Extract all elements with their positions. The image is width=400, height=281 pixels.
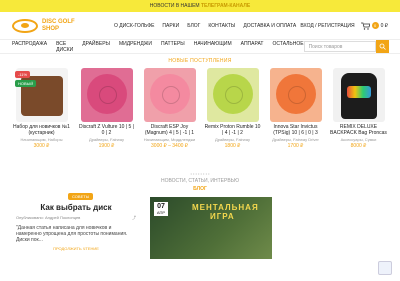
main-nav: О ДИСК-ГОЛЬФЕ ПАРКИ БЛОГ КОНТАКТЫ ДОСТАВ… xyxy=(114,23,296,29)
post-category-badge[interactable]: СОВЕТЫ xyxy=(68,193,94,200)
product-price: 1900 ₽ xyxy=(98,143,115,149)
search-icon xyxy=(379,43,386,50)
product-title[interactable]: REMIX DELUXE BACKPACK Bag Proncas xyxy=(330,124,387,136)
product-category: Начинающим, Наборы xyxy=(20,137,63,142)
product-card[interactable]: Discraft ESP Joy (Magnum) 4 | 5 | -1 | 1… xyxy=(141,68,198,149)
login-link[interactable]: ВХОД / РЕГИСТРАЦИЯ xyxy=(300,23,354,29)
product-price: 1700 ₽ xyxy=(287,143,304,149)
read-more-link[interactable]: ПРОДОЛЖИТЬ ЧТЕНИЕ xyxy=(16,246,136,251)
search-button[interactable] xyxy=(375,40,389,53)
nav-parks[interactable]: ПАРКИ xyxy=(162,23,179,29)
product-card[interactable]: -11% НОВЫЙ Набор для новичков №1 (кустар… xyxy=(13,68,70,149)
site-header: DISC GOLF SHOP О ДИСК-ГОЛЬФЕ ПАРКИ БЛОГ … xyxy=(0,12,400,39)
product-price: 3000 ₽ – 3400 ₽ xyxy=(151,143,188,149)
cat-beginners[interactable]: НАЧИНАЮЩИМ xyxy=(194,41,232,53)
cat-other[interactable]: ОСТАЛЬНОЕ xyxy=(272,41,303,53)
product-image[interactable] xyxy=(143,68,196,122)
logo-line1: DISC GOLF xyxy=(42,18,75,25)
nav-delivery[interactable]: ДОСТАВКА И ОПЛАТА xyxy=(243,23,296,29)
product-card[interactable]: Innova Star Invictus (TPSig) 10 | 6 | 0 … xyxy=(267,68,324,149)
product-title[interactable]: Innova Star Invictus (TPSig) 10 | 6 | 0 … xyxy=(267,124,324,136)
post-excerpt: "Данная статья написана для новичков и н… xyxy=(16,225,128,243)
category-bar: РАСПРОДАЖА ВСЕ ДИСКИ ДРАЙВЕРЫ МИДРЕНДЖИ … xyxy=(0,39,400,54)
nav-blog[interactable]: БЛОГ xyxy=(187,23,200,29)
cart-total: 0 ₽ xyxy=(380,22,388,29)
cat-drivers[interactable]: ДРАЙВЕРЫ xyxy=(82,41,110,53)
product-category: Драйверы, Fairway xyxy=(88,137,125,142)
product-title[interactable]: Discraft ESP Joy (Magnum) 4 | 5 | -1 | 1 xyxy=(141,124,198,136)
disc-image xyxy=(86,74,127,114)
disc-image xyxy=(149,74,190,114)
product-title[interactable]: Discraft Z Vulture 10 | 5 | 0 | 2 xyxy=(78,124,135,136)
cat-putters[interactable]: ПАТТЕРЫ xyxy=(161,41,185,53)
product-image[interactable] xyxy=(269,68,322,122)
search-input[interactable]: Поиск товаров xyxy=(303,41,376,52)
announcement-text: НОВОСТИ В НАШЕМ xyxy=(149,3,200,9)
product-category: Драйверы, Fairway xyxy=(214,137,251,142)
cart-button[interactable]: 0 0 ₽ xyxy=(360,22,388,30)
cat-midrange[interactable]: МИДРЕНДЖИ xyxy=(119,41,152,53)
post-date: 07 АПР xyxy=(154,202,168,216)
cart-count-badge: 0 xyxy=(371,22,379,29)
nav-contacts[interactable]: КОНТАКТЫ xyxy=(208,23,235,29)
backpack-discs xyxy=(346,86,371,98)
new-badge: НОВЫЙ xyxy=(15,80,37,87)
product-image[interactable] xyxy=(80,68,133,122)
blog-subheading: НОВОСТИ, СТАТЬИ, ИНТЕРВЬЮ xyxy=(160,178,239,184)
new-arrivals-title: НОВЫЕ ПОСТУПЛЕНИЯ xyxy=(168,58,232,64)
cat-all-discs[interactable]: ВСЕ ДИСКИ xyxy=(56,41,73,53)
product-image[interactable] xyxy=(206,68,259,122)
disc-image xyxy=(212,74,253,114)
logo-mark xyxy=(12,18,38,33)
product-price: 3000 ₽ xyxy=(33,143,50,149)
logo-text: DISC GOLF SHOP xyxy=(42,19,75,33)
image-headline-line2: ИГРА xyxy=(210,212,235,221)
account-area: ВХОД / РЕГИСТРАЦИЯ 0 0 ₽ xyxy=(300,22,388,30)
blog-heading: БЛОГ xyxy=(193,186,207,192)
image-headline: МЕНТАЛЬНАЯ ИГРА xyxy=(192,203,259,221)
logo[interactable]: DISC GOLF SHOP xyxy=(12,18,104,33)
logo-line2: SHOP xyxy=(42,25,60,32)
post-month: АПР xyxy=(156,210,166,215)
product-title[interactable]: Remix Proton Rumble 10 | 4 | -1 | 2 xyxy=(204,124,261,136)
search-form: Поиск товаров xyxy=(303,40,389,53)
product-title[interactable]: Набор для новичков №1 (кустарник) xyxy=(13,124,70,136)
cart-icon xyxy=(360,22,370,30)
share-icon[interactable]: ⤴ xyxy=(132,215,136,221)
post-title[interactable]: Как выбрать диск xyxy=(16,203,136,212)
blog-post-image[interactable]: 07 АПР МЕНТАЛЬНАЯ ИГРА xyxy=(150,197,272,259)
product-category: Аксессуары, Сумки xyxy=(340,137,377,142)
blog-row: СОВЕТЫ Как выбрать диск Опубликовано: Ан… xyxy=(0,193,400,259)
recaptcha-icon[interactable] xyxy=(378,261,392,275)
product-image[interactable] xyxy=(332,68,385,122)
product-card[interactable]: Remix Proton Rumble 10 | 4 | -1 | 2 Драй… xyxy=(204,68,261,149)
product-price: 8000 ₽ xyxy=(350,143,367,149)
category-nav: РАСПРОДАЖА ВСЕ ДИСКИ ДРАЙВЕРЫ МИДРЕНДЖИ … xyxy=(12,41,304,53)
post-day: 07 xyxy=(157,203,165,210)
post-author: Опубликовано: Андрей Поклонцев xyxy=(16,215,81,220)
product-card[interactable]: Discraft Z Vulture 10 | 5 | 0 | 2 Драйве… xyxy=(78,68,135,149)
image-headline-line1: МЕНТАЛЬНАЯ xyxy=(192,203,259,212)
cat-sale[interactable]: РАСПРОДАЖА xyxy=(12,41,47,53)
post-meta: Опубликовано: Андрей Поклонцев ⤴ xyxy=(16,215,136,221)
announcement-bar[interactable]: НОВОСТИ В НАШЕМ ТЕЛЕГРАМ-КАНАЛЕ xyxy=(0,0,400,12)
disc-image xyxy=(275,74,316,114)
announcement-link[interactable]: ТЕЛЕГРАМ-КАНАЛЕ xyxy=(201,3,250,9)
carousel-dots[interactable]: • • • • • • • • xyxy=(0,171,400,176)
product-price: 1800 ₽ xyxy=(224,143,241,149)
product-card[interactable]: REMIX DELUXE BACKPACK Bag Proncas Аксесс… xyxy=(330,68,387,149)
nav-about[interactable]: О ДИСК-ГОЛЬФЕ xyxy=(114,23,154,29)
product-carousel: -11% НОВЫЙ Набор для новичков №1 (кустар… xyxy=(0,68,400,176)
product-category: Начинающим, Миддленджи xyxy=(143,137,196,142)
sale-badge: -11% xyxy=(15,71,31,78)
cat-gear[interactable]: АППАРАТ xyxy=(241,41,264,53)
product-category: Драйверы, Fairway Driver xyxy=(272,137,319,142)
blog-post-card[interactable]: СОВЕТЫ Как выбрать диск Опубликовано: Ан… xyxy=(16,193,136,259)
